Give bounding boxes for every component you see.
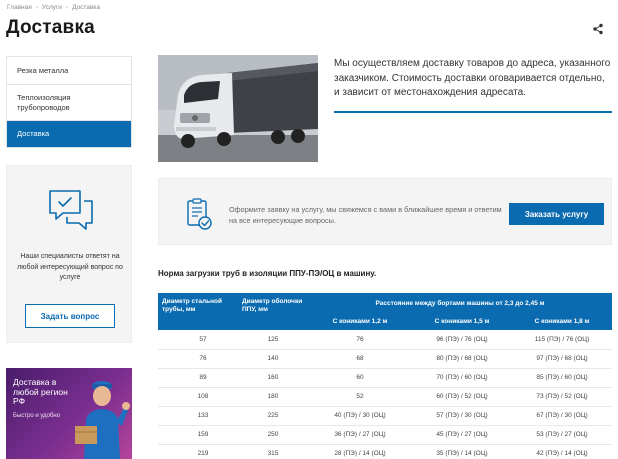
table-cell: 36 (ПЭ) / 27 (ОЦ) (308, 425, 412, 445)
sidebar-item-label: Теплоизоляция трубопроводов (17, 92, 71, 112)
breadcrumb-services[interactable]: Услуги (42, 4, 62, 11)
table-cell: 57 (ПЭ) / 30 (ОЦ) (412, 406, 512, 426)
promo-title: Доставка в любой регион РФ (13, 377, 68, 406)
table-cell: 35 (ПЭ) / 14 (ОЦ) (412, 444, 512, 459)
table-row: 159 250 36 (ПЭ) / 27 (ОЦ) 45 (ПЭ) / 27 (ОЦ)… (158, 425, 613, 445)
promo-banner[interactable]: Доставка в любой регион РФ Быстро и удоб… (6, 368, 132, 459)
table-cell: 57 (158, 330, 238, 350)
breadcrumb: Главная › Услуги › Доставка (7, 4, 100, 11)
table-cell: 40 (ПЭ) / 30 (ОЦ) (308, 406, 412, 426)
table-cell: 250 (238, 425, 308, 445)
table-cell: 89 (158, 368, 238, 388)
table-cell: 45 (ПЭ) / 27 (ОЦ) (412, 425, 512, 445)
table-row: 133 225 40 (ПЭ) / 30 (ОЦ) 57 (ПЭ) / 30 (ОЦ)… (158, 406, 613, 426)
table-cell: 125 (238, 330, 308, 350)
column-header-konik-1-8: С кониками 1,8 м (512, 314, 613, 330)
courier-illustration (75, 381, 130, 459)
table-cell: 315 (238, 444, 308, 459)
table-row: 108 180 52 60 (ПЭ) / 52 (ОЦ) 73 (ПЭ) / 52 (О… (158, 387, 613, 407)
column-header-steel-diameter: Диаметр стальной трубы, мм (158, 293, 238, 330)
share-icon[interactable] (592, 23, 604, 35)
table-cell: 68 (308, 349, 412, 369)
table-cell: 53 (ПЭ) / 27 (ОЦ) (512, 425, 613, 445)
ask-question-panel: Наши специалисты ответят на любой интере… (6, 165, 132, 343)
table-title: Норма загрузки труб в изоляции ППУ-ПЭ/ОЦ… (158, 269, 377, 278)
table-cell: 159 (158, 425, 238, 445)
column-header-konik-1-2: С кониками 1,2 м (308, 314, 412, 330)
table-cell: 60 (308, 368, 412, 388)
table-cell: 76 (158, 349, 238, 369)
table-cell: 80 (ПЭ) / 68 (ОЦ) (412, 349, 512, 369)
ask-question-text: Наши специалисты ответят на любой интере… (17, 253, 123, 281)
table-cell: 73 (ПЭ) / 52 (ОЦ) (512, 387, 613, 407)
table-cell: 96 (ПЭ) / 76 (ОЦ) (412, 330, 512, 350)
table-row: 76 140 68 80 (ПЭ) / 68 (ОЦ) 97 (ПЭ) / 68 (ОЦ… (158, 349, 613, 369)
table-row: 57 125 76 96 (ПЭ) / 76 (ОЦ) 115 (ПЭ) / 76 (О… (158, 330, 613, 350)
table-row: 89 160 60 70 (ПЭ) / 60 (ОЦ) 85 (ПЭ) / 60 (ОЦ… (158, 368, 613, 388)
order-service-button[interactable]: Заказать услугу (509, 203, 604, 225)
pipe-load-table: Диаметр стальной трубы, мм Диаметр оболо… (158, 293, 613, 459)
truck-image (158, 55, 318, 162)
column-header-konik-1-5: С кониками 1,5 м (412, 314, 512, 330)
table-body: 57 125 76 96 (ПЭ) / 76 (ОЦ) 115 (ПЭ) / 76 (О… (158, 330, 613, 459)
promo-subtitle: Быстро и удобно (13, 413, 61, 419)
table-row: 219 315 28 (ПЭ) / 14 (ОЦ) 35 (ПЭ) / 14 (ОЦ)… (158, 444, 613, 459)
intro-text: Мы осуществляем доставку товаров до адре… (334, 58, 611, 98)
page-title: Доставка (6, 17, 95, 38)
table-cell: 42 (ПЭ) / 14 (ОЦ) (512, 444, 613, 459)
table-cell: 108 (158, 387, 238, 407)
sidebar-menu: Резка металла Теплоизоляция трубопроводо… (6, 56, 132, 148)
table-cell: 76 (308, 330, 412, 350)
table-cell: 60 (ПЭ) / 52 (ОЦ) (412, 387, 512, 407)
table-cell: 28 (ПЭ) / 14 (ОЦ) (308, 444, 412, 459)
clipboard-check-icon (187, 198, 212, 230)
ask-question-button[interactable]: Задать вопрос (25, 304, 115, 328)
breadcrumb-current: Доставка (72, 4, 101, 11)
table-cell: 115 (ПЭ) / 76 (ОЦ) (512, 330, 613, 350)
order-service-panel: Оформите заявку на услугу, мы свяжемся с… (158, 178, 612, 245)
table-cell: 67 (ПЭ) / 30 (ОЦ) (512, 406, 613, 426)
table-cell: 180 (238, 387, 308, 407)
breadcrumb-separator: › (35, 4, 38, 11)
sidebar-item-pipe-insulation[interactable]: Теплоизоляция трубопроводов (7, 85, 131, 121)
table-cell: 97 (ПЭ) / 68 (ОЦ) (512, 349, 613, 369)
table-cell: 85 (ПЭ) / 60 (ОЦ) (512, 368, 613, 388)
table-cell: 219 (158, 444, 238, 459)
table-cell: 133 (158, 406, 238, 426)
table-cell: 140 (238, 349, 308, 369)
sidebar-item-label: Доставка (17, 129, 50, 138)
table-cell: 70 (ПЭ) / 60 (ОЦ) (412, 368, 512, 388)
table-cell: 225 (238, 406, 308, 426)
breadcrumb-separator: › (65, 4, 69, 11)
column-header-shell-diameter: Диаметр оболочки ППУ, мм (238, 293, 308, 330)
intro-divider (334, 111, 612, 113)
sidebar-item-label: Резка металла (17, 65, 69, 75)
breadcrumb-home[interactable]: Главная (7, 4, 32, 11)
order-service-text: Оформите заявку на услугу, мы свяжемся с… (229, 205, 502, 225)
sidebar-item-metal-cutting[interactable]: Резка металла (7, 57, 131, 85)
sidebar-item-delivery[interactable]: Доставка (7, 121, 131, 147)
table-cell: 160 (238, 368, 308, 388)
chat-bubbles-icon (49, 190, 93, 230)
table-cell: 52 (308, 387, 412, 407)
column-header-group: Расстояние между бортами машины от 2,3 д… (308, 293, 613, 314)
